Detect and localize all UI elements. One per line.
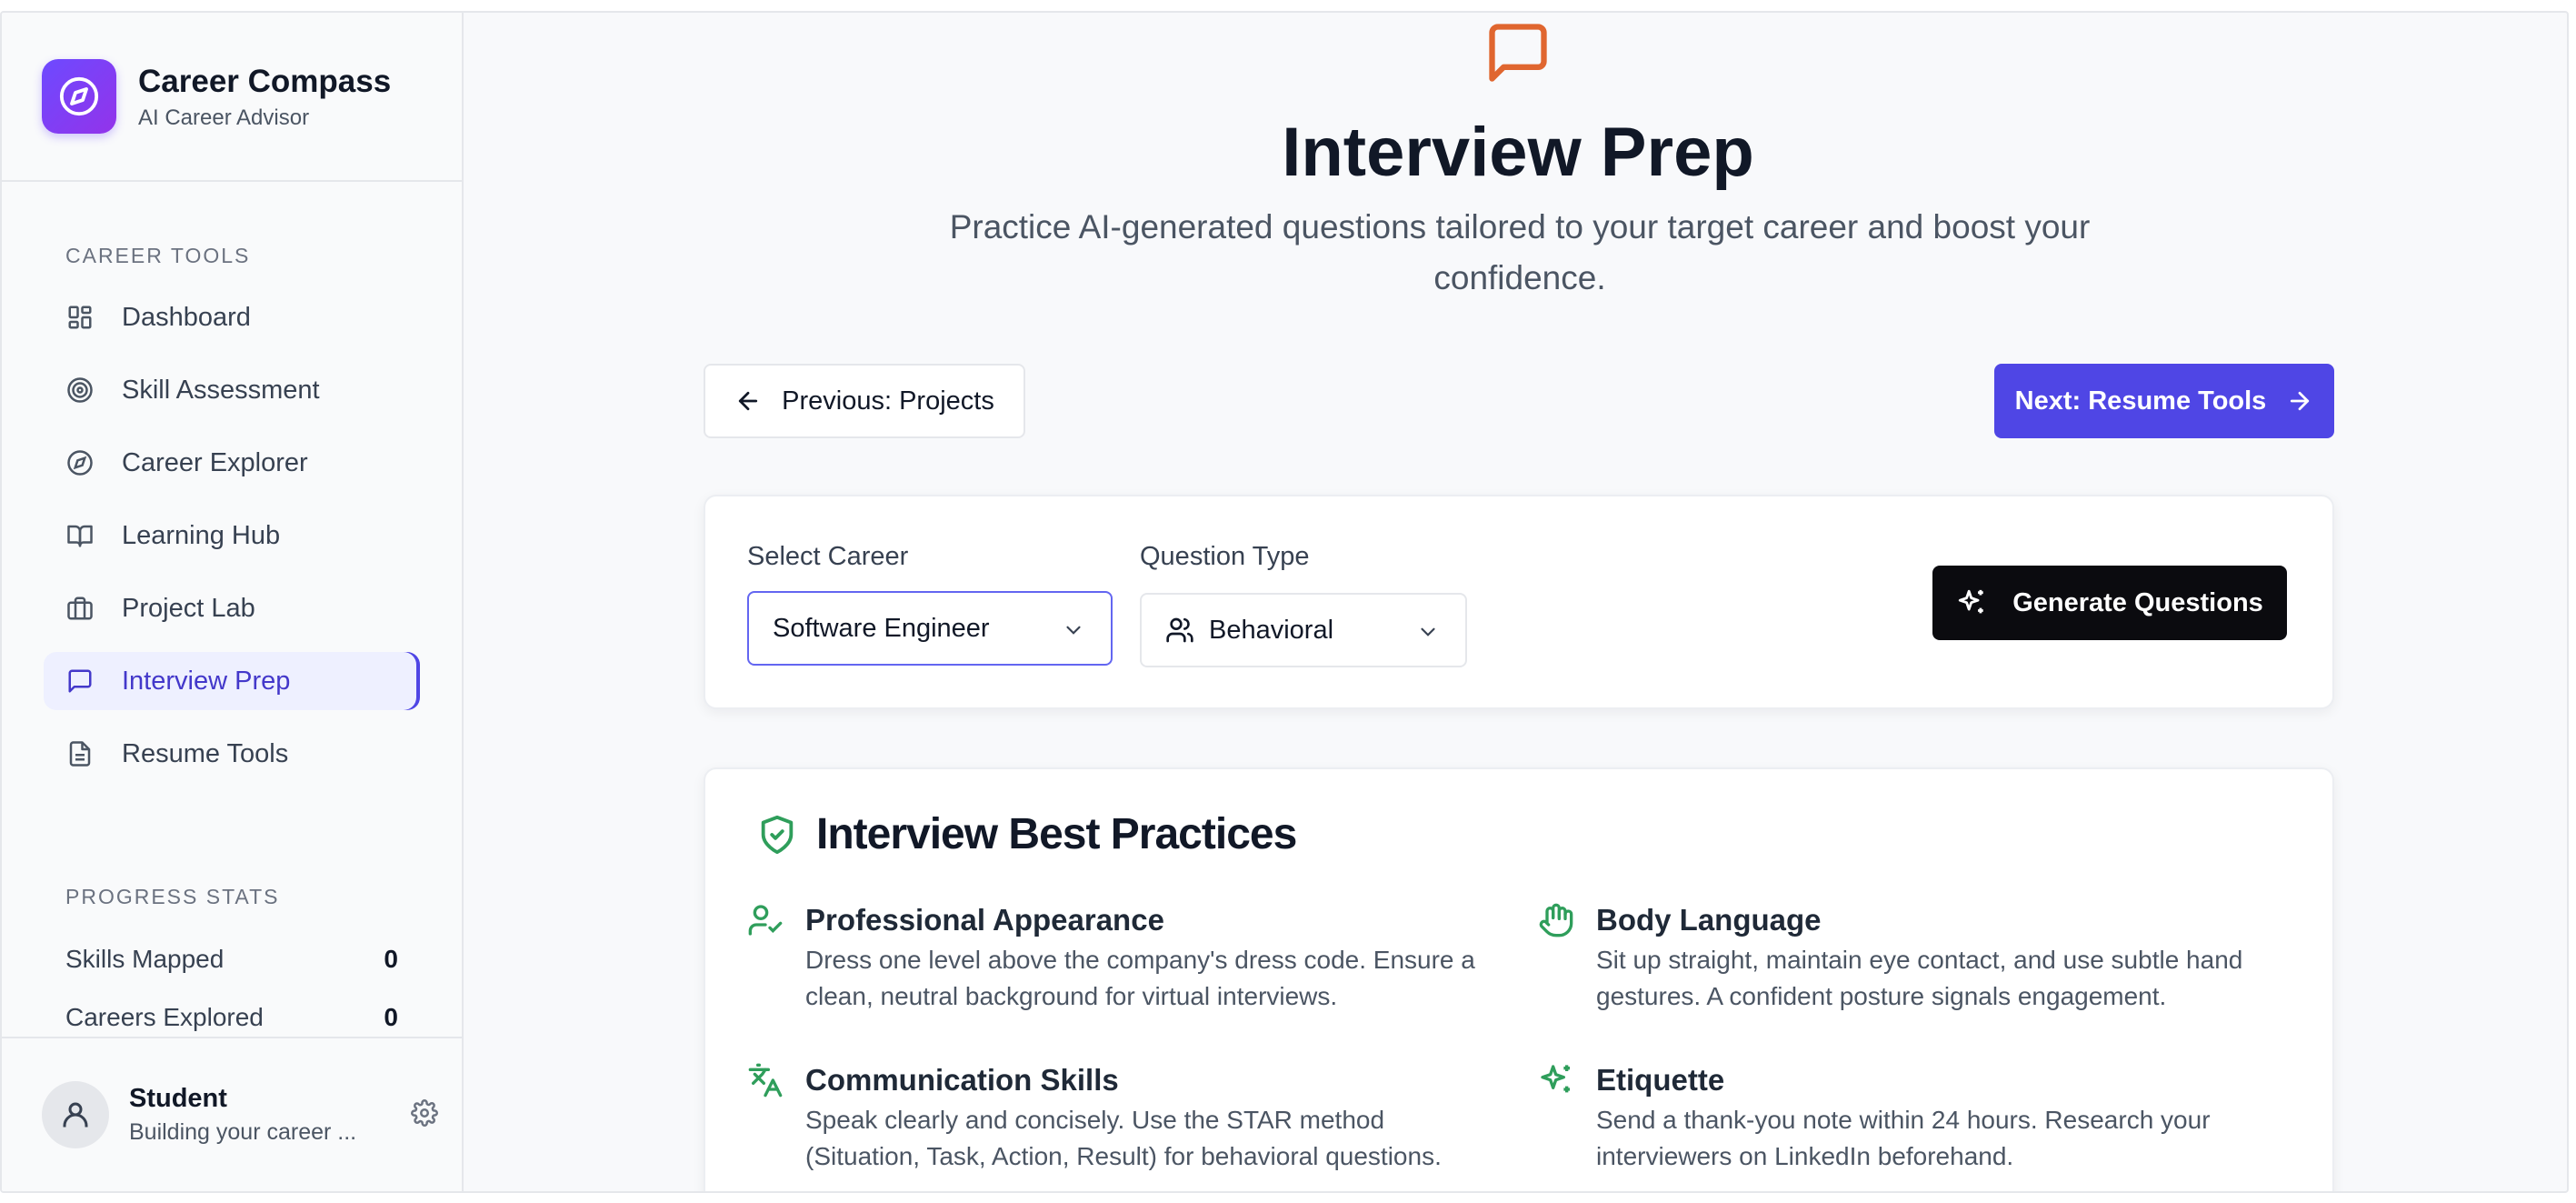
target-icon bbox=[65, 376, 95, 405]
sidebar-item-label: Skill Assessment bbox=[122, 375, 320, 405]
user-subtitle: Building your career ... bbox=[129, 1119, 357, 1145]
career-select-label: Select Career bbox=[747, 542, 909, 571]
document-icon bbox=[65, 739, 95, 768]
brand-subtitle: AI Career Advisor bbox=[138, 105, 310, 130]
career-tools-label: CAREER TOOLS bbox=[65, 244, 251, 267]
brand-text: Career Compass AI Career Advisor bbox=[138, 62, 391, 131]
app-window: Career Compass AI Career Advisor CAREER … bbox=[0, 11, 2569, 1193]
tip-body: Send a thank-you note within 24 hours. R… bbox=[1596, 1106, 2211, 1170]
previous-button[interactable]: Previous: Projects bbox=[704, 364, 1025, 438]
sidebar-item-learning-hub[interactable]: Learning Hub bbox=[44, 506, 420, 565]
best-practices-card: Interview Best Practices Professional Ap… bbox=[704, 767, 2334, 1191]
question-settings-card: Select Career Software Engineer Question… bbox=[704, 495, 2334, 709]
tip-body: Dress one level above the company's dres… bbox=[805, 946, 1475, 1010]
brand: Career Compass AI Career Advisor bbox=[2, 13, 462, 182]
user-text: Student Building your career ... bbox=[129, 1084, 374, 1146]
tip-title: Body Language bbox=[1596, 903, 1822, 937]
sidebar-item-project-lab[interactable]: Project Lab bbox=[44, 579, 420, 637]
sidebar-item-label: Project Lab bbox=[122, 593, 255, 623]
sidebar-item-label: Resume Tools bbox=[122, 738, 289, 768]
stat-value: 0 bbox=[384, 1003, 398, 1031]
progress-stats: Skills Mapped 0 Careers Explored 0 bbox=[2, 937, 462, 1040]
next-button[interactable]: Next: Resume Tools bbox=[1994, 364, 2334, 438]
tip-communication-skills: Communication Skills Speak clearly and c… bbox=[747, 1062, 1493, 1175]
sidebar-item-interview-prep[interactable]: Interview Prep bbox=[44, 652, 420, 710]
progress-stats-label: PROGRESS STATS bbox=[65, 885, 280, 908]
sparkles-icon bbox=[1538, 1062, 1574, 1103]
book-icon bbox=[65, 521, 95, 550]
avatar[interactable] bbox=[42, 1081, 109, 1148]
sidebar-item-label: Interview Prep bbox=[122, 666, 291, 696]
tip-title: Communication Skills bbox=[805, 1063, 1119, 1097]
shield-check-icon bbox=[756, 814, 798, 856]
user-check-icon bbox=[747, 902, 784, 943]
next-button-label: Next: Resume Tools bbox=[2014, 386, 2267, 416]
generate-questions-label: Generate Questions bbox=[2012, 587, 2263, 617]
main-content: Interview Prep Practice AI-generated que… bbox=[465, 13, 2567, 1191]
arrow-left-icon bbox=[734, 387, 762, 415]
question-type-label: Question Type bbox=[1140, 542, 1310, 571]
user-panel: Student Building your career ... bbox=[2, 1037, 462, 1191]
gear-icon[interactable] bbox=[411, 1098, 438, 1131]
stat-label: Skills Mapped bbox=[65, 945, 225, 973]
page-title: Interview Prep bbox=[1282, 114, 1754, 191]
hand-icon bbox=[1538, 902, 1574, 943]
tip-title: Professional Appearance bbox=[805, 903, 1164, 937]
brand-title: Career Compass bbox=[138, 64, 392, 99]
previous-button-label: Previous: Projects bbox=[782, 386, 994, 416]
sidebar-item-career-explorer[interactable]: Career Explorer bbox=[44, 434, 420, 492]
stat-label: Careers Explored bbox=[65, 1003, 264, 1031]
best-practices-heading: Interview Best Practices bbox=[756, 809, 1297, 859]
tip-body: Speak clearly and concisely. Use the STA… bbox=[805, 1106, 1442, 1170]
sidebar-item-label: Dashboard bbox=[122, 302, 251, 332]
career-select[interactable]: Software Engineer bbox=[747, 591, 1113, 666]
compass-icon[interactable] bbox=[42, 59, 116, 134]
sidebar-nav: Dashboard Skill Assessment Career Explor… bbox=[2, 288, 462, 783]
career-select-value: Software Engineer bbox=[773, 613, 990, 643]
sidebar-item-dashboard[interactable]: Dashboard bbox=[44, 288, 420, 346]
stat-skills-mapped: Skills Mapped 0 bbox=[2, 937, 462, 982]
chevron-down-icon bbox=[1062, 618, 1085, 649]
generate-questions-button[interactable]: Generate Questions bbox=[1932, 566, 2287, 640]
arrow-right-icon bbox=[2286, 387, 2313, 415]
sidebar-item-label: Learning Hub bbox=[122, 520, 281, 550]
users-icon bbox=[1165, 616, 1194, 645]
sidebar: Career Compass AI Career Advisor CAREER … bbox=[2, 13, 464, 1191]
briefcase-icon bbox=[65, 594, 95, 623]
chevron-down-icon bbox=[1416, 620, 1440, 651]
tip-professional-appearance: Professional Appearance Dress one level … bbox=[747, 902, 1493, 1015]
sidebar-item-label: Career Explorer bbox=[122, 447, 308, 477]
translate-icon bbox=[747, 1062, 784, 1103]
tip-body: Sit up straight, maintain eye contact, a… bbox=[1596, 946, 2243, 1010]
message-icon bbox=[1483, 18, 1553, 92]
stat-value: 0 bbox=[384, 945, 398, 973]
tip-etiquette: Etiquette Send a thank-you note within 2… bbox=[1538, 1062, 2283, 1175]
stat-careers-explored: Careers Explored 0 bbox=[2, 995, 462, 1040]
sparkles-icon bbox=[1956, 587, 1987, 618]
question-type-value: Behavioral bbox=[1209, 615, 1334, 645]
page-subtitle: Practice AI-generated questions tailored… bbox=[949, 208, 2091, 296]
sidebar-item-skill-assessment[interactable]: Skill Assessment bbox=[44, 361, 420, 419]
compass-icon bbox=[65, 448, 95, 477]
dashboard-icon bbox=[65, 303, 95, 332]
question-type-select[interactable]: Behavioral bbox=[1140, 593, 1467, 667]
sidebar-item-resume-tools[interactable]: Resume Tools bbox=[44, 725, 420, 783]
tip-body-language: Body Language Sit up straight, maintain … bbox=[1538, 902, 2283, 1015]
best-practices-title: Interview Best Practices bbox=[816, 810, 1297, 858]
tip-title: Etiquette bbox=[1596, 1063, 1725, 1097]
user-name: Student bbox=[129, 1084, 227, 1113]
message-icon bbox=[65, 667, 95, 696]
